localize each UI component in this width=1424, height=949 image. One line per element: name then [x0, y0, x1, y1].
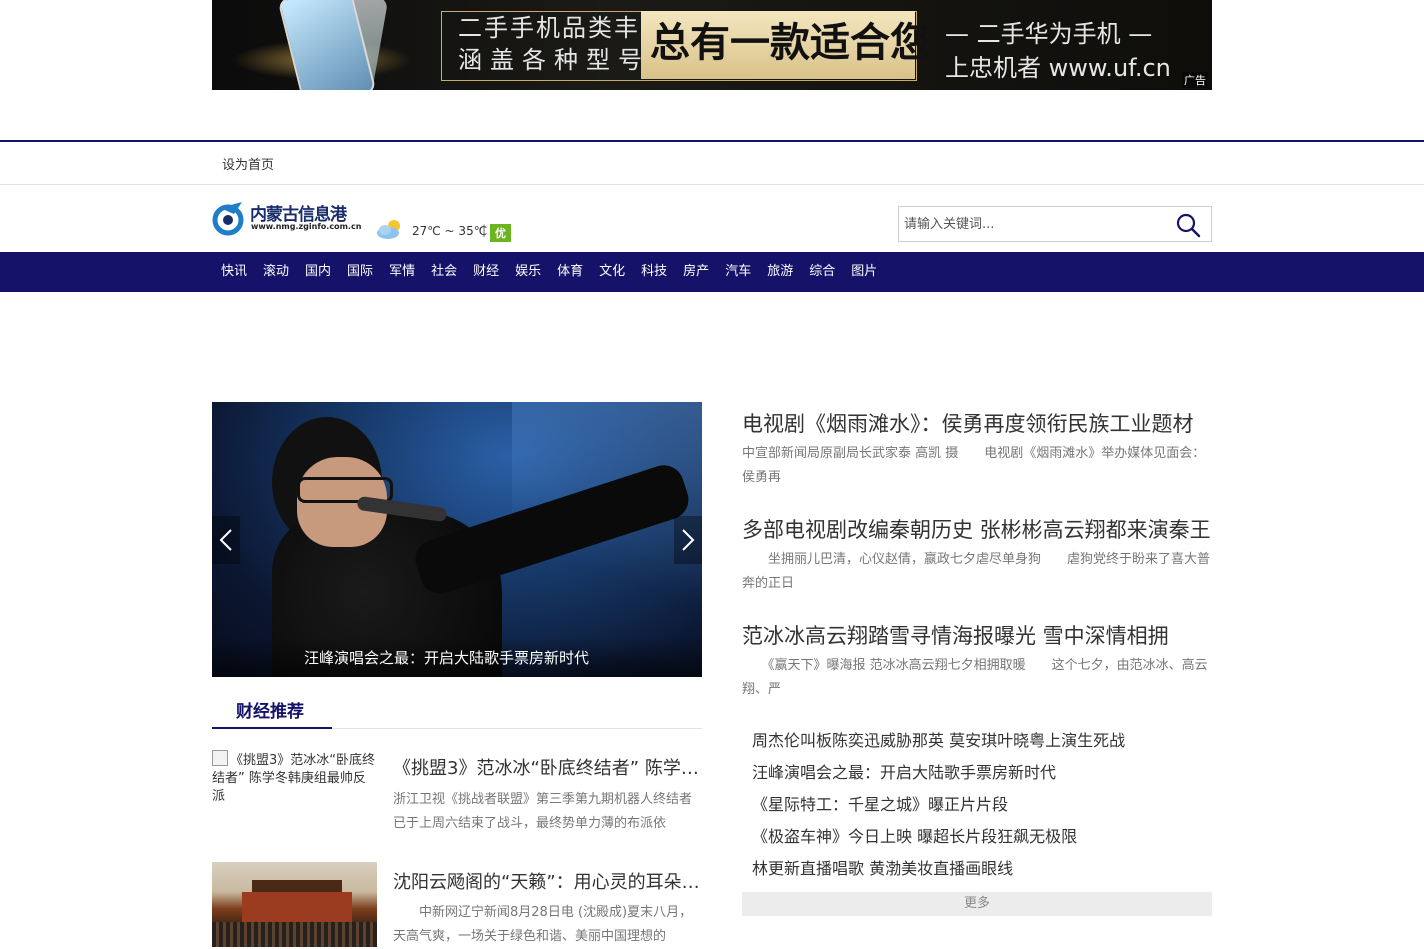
top-utility-bar: [0, 142, 1424, 185]
temple-roof: [252, 880, 342, 892]
nav-item-tupian[interactable]: 图片: [851, 252, 877, 292]
finance-section-title: 财经推荐: [236, 702, 304, 722]
ad-slogan: 总有一款适合您: [650, 20, 930, 66]
nav-item-shehui[interactable]: 社会: [431, 252, 457, 292]
news-list-item[interactable]: 周杰伦叫板陈奕迅威胁那英 莫安琪叶晓粤上演生死战: [752, 727, 1125, 751]
finance-item-title[interactable]: 《挑盟3》范冰冰“卧底终结者” 陈学冬韩庚组最帅反派: [393, 754, 701, 780]
nav-item-caijing[interactable]: 财经: [473, 252, 499, 292]
nav-item-lvyou[interactable]: 旅游: [767, 252, 793, 292]
logo-url: www.nmg.zginfo.com.cn: [251, 222, 362, 231]
nav-item-wenhua[interactable]: 文化: [599, 252, 625, 292]
carousel-next-button[interactable]: [674, 516, 702, 564]
nav-item-kuaixun[interactable]: 快讯: [221, 252, 247, 292]
more-button[interactable]: 更多: [742, 892, 1212, 916]
site-logo[interactable]: 内蒙古信息港 www.nmg.zginfo.com.cn: [212, 198, 372, 238]
carousel-prev-button[interactable]: [212, 516, 240, 564]
nav-item-yule[interactable]: 娱乐: [515, 252, 541, 292]
nav-item-tiyu[interactable]: 体育: [557, 252, 583, 292]
ad-line-2: 涵盖各种型号: [458, 46, 650, 74]
nav-item-guoji[interactable]: 国际: [347, 252, 373, 292]
finance-item-desc: 浙江卫视《挑战者联盟》第三季第九期机器人终结者已于上周六结束了战斗，最终势单力薄…: [393, 792, 693, 831]
headline-desc: 中宣部新闻局原副局长武家泰 高凯 摄 电视剧《烟雨滩水》举办媒体见面会：侯勇再: [742, 446, 1206, 485]
finance-section-header: 财经推荐: [212, 690, 702, 729]
nav-item-keji[interactable]: 科技: [641, 252, 667, 292]
chevron-right-icon: [682, 529, 695, 551]
nav-item-guonei[interactable]: 国内: [305, 252, 331, 292]
news-list-item[interactable]: 林更新直播唱歌 黄渤美妆直播画眼线: [752, 855, 1013, 879]
image-alt-text: 《挑盟3》范冰冰“卧底终结者” 陈学冬韩庚组最帅反派: [212, 753, 376, 804]
news-list-item[interactable]: 汪峰演唱会之最：开启大陆歌手票房新时代: [752, 759, 1056, 783]
headline-title[interactable]: 多部电视剧改编秦朝历史 张彬彬高云翔都来演秦王: [742, 514, 1212, 544]
temperature-range: 27℃ ~ 35℃: [412, 224, 488, 238]
search-input[interactable]: [899, 207, 1164, 241]
finance-item-desc: 中新网辽宁新闻8月28日电 (沈殿成)夏末八月，天高气爽，一场关于绿色和谐、美丽…: [393, 905, 693, 944]
temple-building: [242, 892, 352, 922]
carousel-caption[interactable]: 汪峰演唱会之最：开启大陆歌手票房新时代: [304, 647, 589, 668]
partly-cloudy-icon: [377, 220, 400, 239]
air-quality-badge: 优: [490, 224, 511, 242]
ad-line-1: 二手手机品类丰富: [458, 14, 666, 42]
finance-title-underline: [212, 727, 332, 729]
headline-title[interactable]: 范冰冰高云翔踏雪寻情海报曝光 雪中深情相拥: [742, 620, 1212, 650]
broken-image-thumbnail[interactable]: 《挑盟3》范冰冰“卧底终结者” 陈学冬韩庚组最帅反派: [212, 750, 377, 835]
photo-carousel[interactable]: 汪峰演唱会之最：开启大陆歌手票房新时代: [212, 402, 702, 677]
nav-item-gundong[interactable]: 滚动: [263, 252, 289, 292]
main-nav: 快讯 滚动 国内 国际 军情 社会 财经 娱乐 体育 文化 科技 房产 汽车 旅…: [0, 252, 1424, 292]
set-homepage-link[interactable]: 设为首页: [222, 154, 274, 173]
ad-right-line-2: 上忠机者 www.uf.cn: [945, 54, 1171, 82]
crowd: [212, 922, 377, 947]
news-list-item[interactable]: 《星际特工：千星之城》曝正片片段: [752, 791, 1008, 815]
weather-separator: |: [482, 223, 487, 237]
headline-desc: 《赢天下》曝海报 范冰冰高云翔七夕相拥取暖 这个七夕，由范冰冰、高云翔、严: [742, 658, 1208, 697]
nav-item-junqing[interactable]: 军情: [389, 252, 415, 292]
chevron-left-icon: [219, 529, 232, 551]
search-icon[interactable]: [1175, 212, 1201, 238]
ad-right-line-1: — 二手华为手机 —: [945, 20, 1153, 48]
headline-title[interactable]: 电视剧《烟雨滩水》：侯勇再度领衔民族工业题材: [742, 408, 1212, 438]
nav-item-fangchan[interactable]: 房产: [683, 252, 709, 292]
broken-image-icon: [212, 750, 228, 766]
logo-icon: [212, 202, 244, 236]
ad-tag: 广告: [1182, 72, 1208, 88]
search-box: [898, 206, 1212, 242]
finance-item-title[interactable]: 沈阳云飏阁的“天籁”：用心灵的耳朵聆听: [393, 868, 701, 894]
news-list-item[interactable]: 《极盗车神》今日上映 曝超长片段狂飙无极限: [752, 823, 1077, 847]
headline-desc: 坐拥丽儿巴清，心仪赵倩，嬴政七夕虐尽单身狗 虐狗党终于盼来了喜大普奔的正日: [742, 552, 1211, 591]
nav-item-qiche[interactable]: 汽车: [725, 252, 751, 292]
temple-photo-thumbnail[interactable]: [212, 862, 377, 947]
nav-item-zonghe[interactable]: 综合: [809, 252, 835, 292]
ad-banner[interactable]: 二手手机品类丰富 涵盖各种型号 总有一款适合您 — 二手华为手机 — 上忠机者 …: [212, 0, 1212, 90]
